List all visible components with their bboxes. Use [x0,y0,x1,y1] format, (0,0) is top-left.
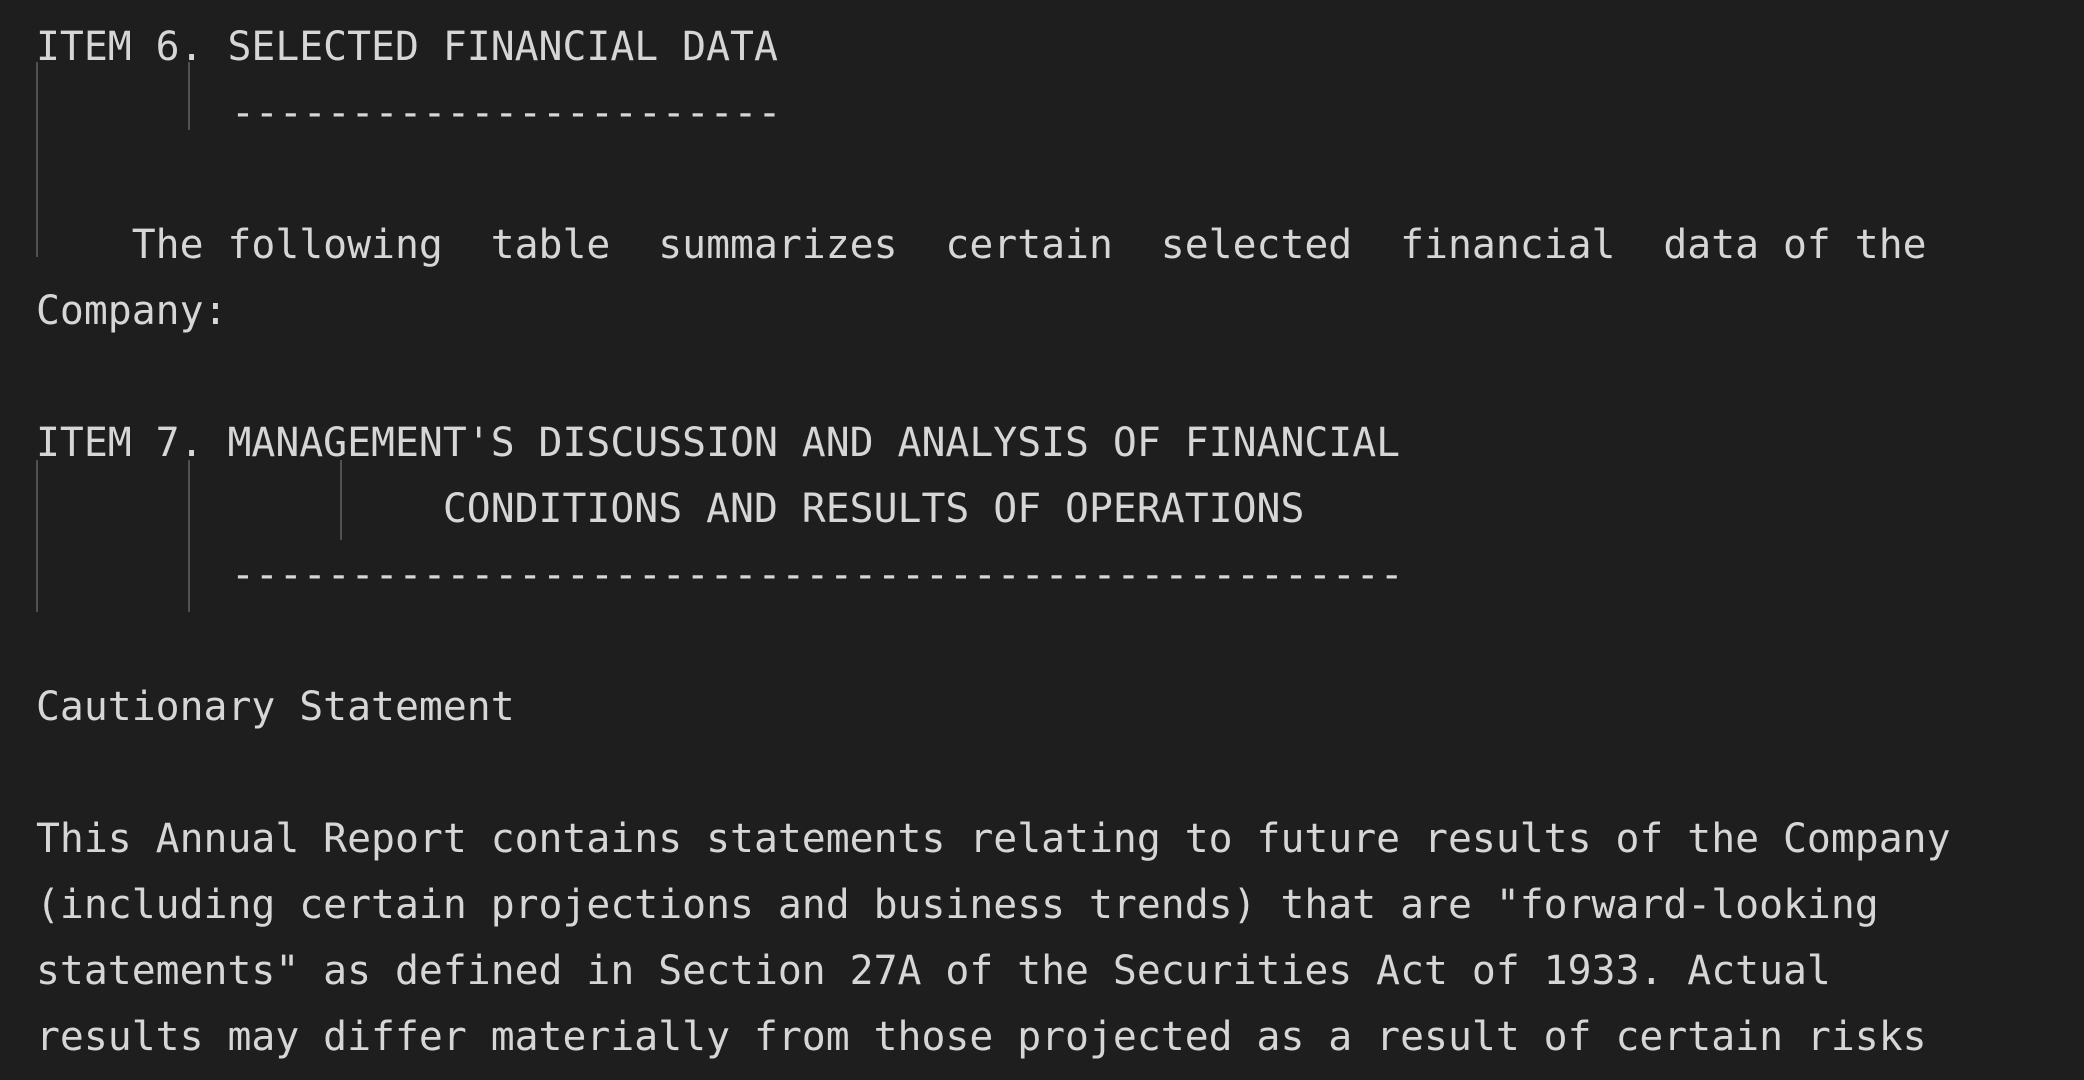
text-line-body-3: statements" as defined in Section 27A of… [36,948,1831,994]
text-line-blank [36,740,2084,806]
text-line-item7-rule: ----------------------------------------… [231,552,1404,598]
text-line-intro-2: Company: [36,288,228,334]
text-line-body-1: This Annual Report contains statements r… [36,816,1951,862]
text-line-intro-1: The following table summarizes certain s… [36,222,1927,268]
document-text-body: ITEM 6. SELECTED FINANCIAL DATA --------… [0,14,2084,1070]
text-line-cautionary-heading: Cautionary Statement [36,684,515,730]
text-line-blank [36,146,2084,212]
text-line-body-2: (including certain projections and busin… [36,882,1879,928]
text-line-body-4: results may differ materially from those… [36,1014,1927,1060]
text-document-viewport[interactable]: ITEM 6. SELECTED FINANCIAL DATA --------… [0,0,2084,1080]
text-line-blank [36,608,2084,674]
text-line-blank [36,344,2084,410]
text-line-item7-heading-1: ITEM 7. MANAGEMENT'S DISCUSSION AND ANAL… [36,420,1401,466]
text-line-item6-heading: ITEM 6. SELECTED FINANCIAL DATA [36,24,778,70]
text-line-item6-rule: ----------------------- [231,90,782,136]
text-line-item7-heading-2: CONDITIONS AND RESULTS OF OPERATIONS [36,486,1305,532]
